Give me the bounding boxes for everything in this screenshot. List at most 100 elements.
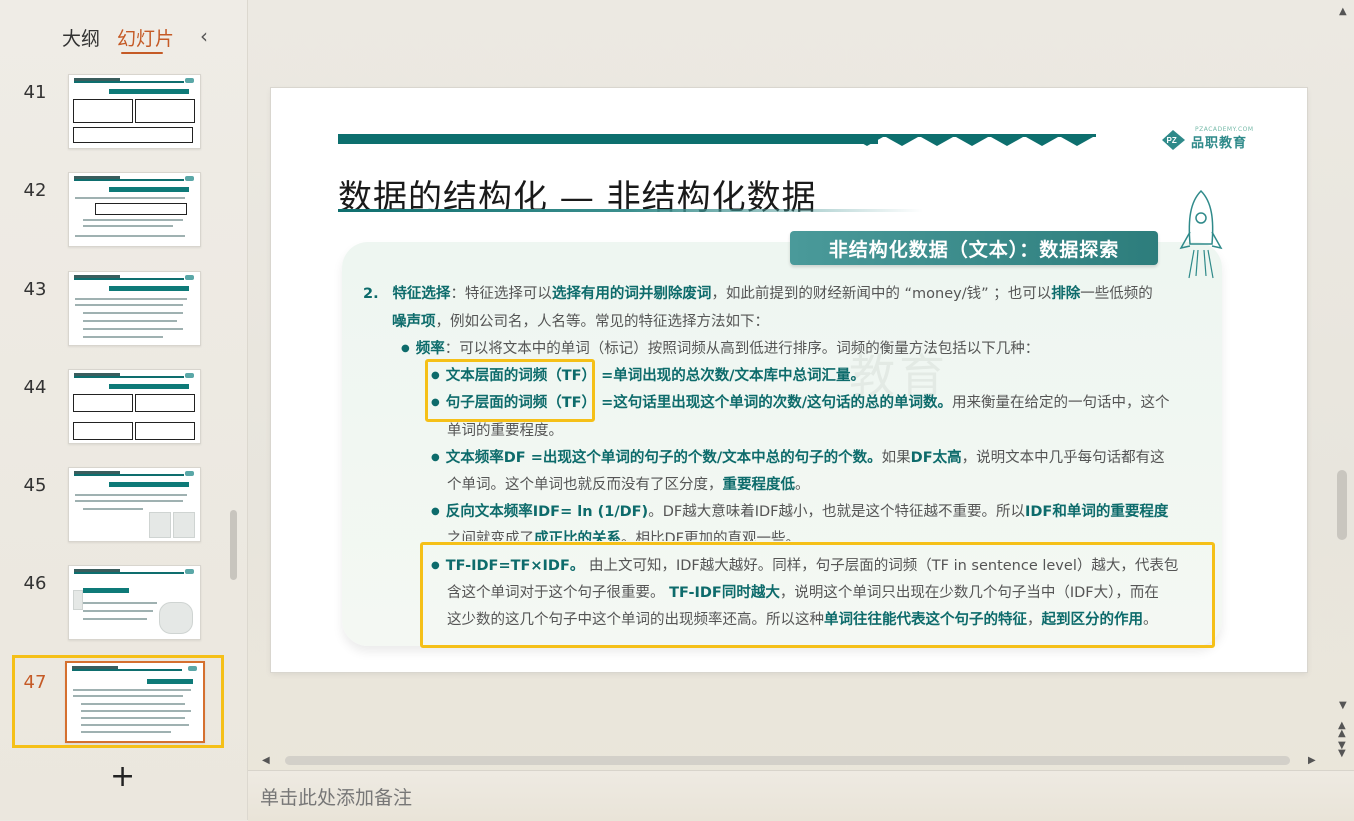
emphasis: IDF和单词的重要程度 (1025, 504, 1169, 520)
thumb-header (109, 384, 189, 389)
tab-outline[interactable]: 大纲 (62, 24, 100, 51)
thumb-text-line (75, 235, 185, 237)
thumb-logo (185, 569, 194, 574)
thumb-box (73, 127, 193, 143)
slide-thumbnail-46[interactable] (68, 565, 201, 640)
thumb-header (83, 588, 129, 593)
thumb-text-line (75, 304, 183, 306)
highlight-box-tf (425, 359, 595, 422)
thumb-logo (185, 176, 194, 181)
slide-number-41: 41 (23, 82, 47, 103)
thumb-box (95, 203, 187, 215)
thumb-box (73, 99, 133, 123)
slide-number-43: 43 (23, 279, 47, 300)
title-underline (338, 209, 923, 212)
thumb-image (159, 602, 193, 634)
slide-panel: 大纲 幻灯片 ‹ 41 42 43 44 45 46 47 + (0, 0, 248, 820)
collapse-panel-chevron-left-icon[interactable]: ‹ (200, 24, 208, 48)
slide-number-44: 44 (23, 377, 47, 398)
highlight-box-tfidf (420, 542, 1215, 648)
thumb-text-line (83, 328, 183, 330)
thumb-text-line (81, 703, 185, 705)
slide-thumbnail-43[interactable] (68, 271, 201, 346)
scroll-up-arrow-icon[interactable]: ▲ (1339, 6, 1347, 17)
thumb-image (173, 512, 195, 538)
thumb-text-line (83, 225, 173, 227)
text: ，如此前提到的财经新闻中的 “money/钱” ；也可以 (711, 286, 1052, 302)
thumb-text-line (83, 219, 183, 221)
thumb-bar (74, 179, 184, 181)
thumb-text-line (81, 717, 185, 719)
thumb-text-line (75, 298, 187, 300)
slide-canvas[interactable]: PZ PZACADEMY.COM 品职教育 数据的结构化 — 非结构化数据 教育… (271, 88, 1307, 672)
para-feature-selection-line2: 噪声项，例如公司名，人名等。常见的特征选择方法如下： (392, 308, 769, 336)
text: ，说明文本中几乎每句话都有这 (961, 450, 1165, 466)
thumb-bar (74, 81, 184, 83)
slide-thumbnail-47[interactable] (65, 661, 205, 743)
slide-number-45: 45 (23, 475, 47, 496)
thumb-text-line (81, 724, 189, 726)
previous-slide-icon[interactable]: ▲ ▲ (1338, 721, 1346, 739)
thumb-text-line (75, 494, 187, 496)
thumb-text-line (83, 610, 153, 612)
thumb-box (135, 422, 195, 440)
tab-slides[interactable]: 幻灯片 (117, 24, 174, 51)
text: 。相比DF更加的直观一些。 (621, 531, 801, 541)
text: 个单词。这个单词也就反而没有了区分度， (447, 477, 723, 493)
emphasis: 噪声项 (392, 314, 436, 330)
thumb-header (109, 482, 189, 487)
notes-placeholder[interactable]: 单击此处添加备注 (260, 783, 412, 810)
text: 。DF越大意味着IDF越小，也就是这个特征越不重要。所以 (648, 504, 1025, 520)
notes-pane[interactable]: 单击此处添加备注 (248, 770, 1354, 821)
svg-text:PZ: PZ (1167, 136, 1177, 145)
bullet-dot: ● (401, 343, 410, 354)
text: 如果 (881, 450, 911, 466)
thumb-box (73, 422, 133, 440)
thumb-text-line (83, 618, 147, 620)
thumb-text-line (75, 197, 185, 199)
thumb-logo (185, 471, 194, 476)
thumb-header (109, 89, 189, 94)
thumb-text-line (75, 500, 183, 502)
slide-number-46: 46 (23, 573, 47, 594)
thumb-header (109, 187, 189, 192)
slide-thumbnail-42[interactable] (68, 172, 201, 247)
thumb-text-line (83, 320, 177, 322)
slide-thumbnail-45[interactable] (68, 467, 201, 542)
thumb-text-line (83, 508, 143, 510)
thumb-logo (185, 373, 194, 378)
term-feature-selection: 特征选择 (392, 286, 451, 302)
slide-thumbnail-44[interactable] (68, 369, 201, 444)
text: ：特征选择可以 (450, 286, 552, 302)
thumb-box (135, 99, 195, 123)
para-feature-selection-line1: 2. 特征选择：特征选择可以选择有用的词并剔除废词，如此前提到的财经新闻中的 “… (363, 280, 1153, 308)
text: 。 (795, 477, 810, 493)
term-frequency: 频率 (415, 341, 445, 357)
horizontal-scrollbar-thumb[interactable] (285, 756, 1290, 765)
rocket-icon (1179, 189, 1223, 279)
vertical-scrollbar-thumb[interactable] (1337, 470, 1347, 540)
bullet-idf: ● 反向文本频率IDF= ln (1/DF)。DF越大意味着IDF越小，也就是这个… (431, 498, 1168, 528)
logo-text: 品职教育 (1191, 136, 1248, 151)
thumb-text-line (83, 602, 157, 604)
scroll-down-arrow-icon[interactable]: ▼ (1339, 700, 1347, 711)
panel-scrollbar[interactable] (230, 510, 237, 580)
slide-number-47: 47 (23, 672, 47, 693)
thumb-text-line (81, 710, 191, 712)
bullet-dot: ● (431, 452, 440, 463)
add-slide-plus-icon[interactable]: + (110, 762, 135, 792)
slide-thumbnail-41[interactable] (68, 74, 201, 149)
definition: =这句话里出现这个单词的次数/这句话的总的单词数。 (596, 395, 953, 411)
bullet-df: ● 文本频率DF =出现这个单词的句子的个数/文本中总的句子的个数。如果DF太高，… (431, 444, 1165, 474)
text: 一些低频的 (1080, 286, 1153, 302)
thumb-text-line (73, 695, 183, 697)
thumb-bar (72, 669, 182, 671)
next-slide-icon[interactable]: ▼ ▼ (1338, 741, 1346, 759)
scroll-left-arrow-icon[interactable]: ◀ (262, 755, 270, 766)
scroll-right-arrow-icon[interactable]: ▶ (1308, 755, 1316, 766)
list-number: 2. (363, 286, 379, 302)
emphasis: 选择有用的词并剔除废词 (551, 286, 712, 302)
thumb-header (109, 286, 189, 291)
thumb-bar (74, 278, 184, 280)
text: 之间就变成了 (447, 531, 534, 541)
